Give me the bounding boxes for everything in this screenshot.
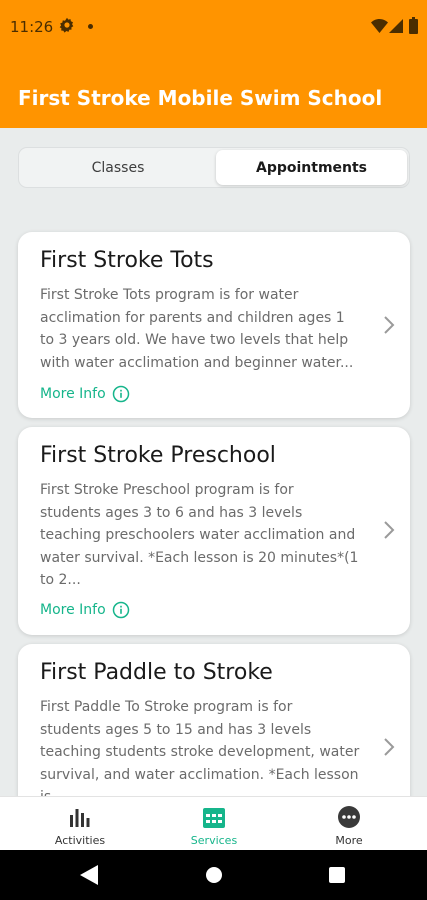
card-description: First Stroke Preschool program is for st… [40,479,376,592]
system-nav-bar [0,850,427,900]
card-description-line: students ages 5 to 15 and has 3 levels [40,721,312,738]
card-description-line: to 2... [40,572,81,588]
signal-icon [389,19,403,33]
card-title: First Stroke Tots [40,248,214,273]
service-card-tots[interactable]: First Stroke Tots First Stroke Tots prog… [18,232,410,418]
card-description-line: teaching preschoolers water acclimation … [40,527,356,543]
nav-label: More [335,834,363,847]
status-bar: 11:26 [0,0,427,56]
service-card-paddle-to-stroke[interactable]: First Paddle to Stroke First Paddle To S… [18,644,410,796]
app-title: First Stroke Mobile Swim School [18,86,383,110]
calendar-icon [203,808,225,828]
info-icon [112,601,129,619]
card-description-line: survival, and water acclimation. *Each l… [40,766,359,783]
back-icon[interactable] [80,865,98,885]
bottom-nav: Activities Services More [0,796,427,850]
more-info-link[interactable]: More Info [40,601,130,619]
card-description-line: First Stroke Tots program is for water [40,287,299,303]
status-time: 11:26 [10,18,54,36]
card-description-line: is... [40,786,376,796]
nav-item-activities[interactable]: Activities [30,797,130,851]
more-info-link[interactable]: More Info [40,385,130,403]
services-list[interactable]: First Stroke Tots First Stroke Tots prog… [0,200,427,796]
tab-appointments[interactable]: Appointments [216,150,407,185]
battery-icon [409,17,418,34]
wifi-icon [371,19,388,33]
card-description-line: water survival. *Each lesson is 20 minut… [40,549,359,566]
recents-icon[interactable] [329,867,345,883]
card-title: First Paddle to Stroke [40,660,273,685]
info-icon [112,385,129,403]
card-description-line: First Stroke Preschool program is for [40,482,294,498]
chevron-right-icon [384,316,395,334]
nav-label: Services [190,834,238,847]
card-description-line: First Paddle To Stroke program is for [40,699,293,715]
card-description-line: with water acclimation and beginner wate… [40,354,354,371]
service-card-preschool[interactable]: First Stroke Preschool First Stroke Pres… [18,427,410,635]
app-header: 11:26 First Stroke Mobile Swim School [0,0,427,128]
bar-chart-icon [70,809,90,827]
nav-label: Activities [54,834,106,847]
card-description-line: to 3 years old. We have two levels that … [40,332,349,348]
card-title: First Stroke Preschool [40,443,276,468]
more-info-label: More Info [40,602,106,618]
chevron-right-icon [384,521,395,539]
notification-dot-icon [88,24,93,29]
card-description: First Paddle To Stroke program is for st… [40,696,376,796]
tab-classes[interactable]: Classes [21,150,215,185]
more-dots-icon [338,806,360,828]
nav-item-services[interactable]: Services [164,797,264,851]
card-description: First Stroke Tots program is for water a… [40,284,376,374]
card-description-line: students ages 3 to 6 and has 3 levels [40,504,303,521]
card-description-line: teaching students stroke development, wa… [40,744,360,760]
segmented-control: Classes Appointments [18,147,410,188]
chevron-right-icon [384,738,395,756]
card-description-line: acclimation for parents and children age… [40,309,345,326]
nav-item-more[interactable]: More [299,797,399,851]
gear-icon [59,17,74,33]
more-info-label: More Info [40,386,106,402]
home-icon[interactable] [206,867,222,883]
